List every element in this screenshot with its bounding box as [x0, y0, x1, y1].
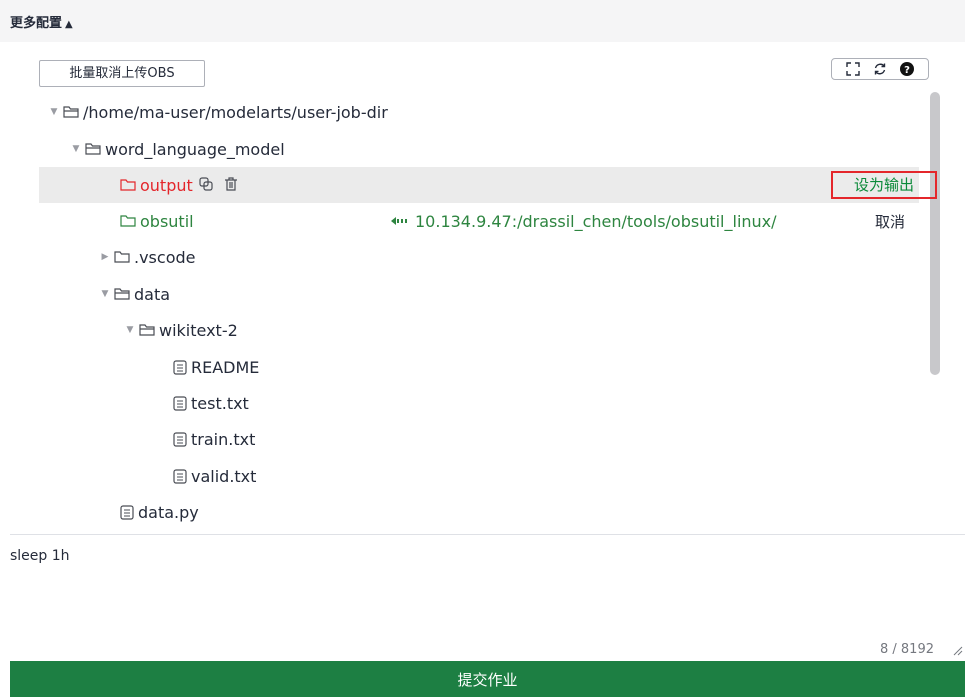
folder-icon	[114, 251, 130, 263]
tree-toolbar: ?	[831, 58, 929, 80]
tree-node-label: wikitext-2	[159, 320, 238, 340]
tree-row[interactable]: README	[39, 349, 919, 385]
command-textarea[interactable]: sleep 1h	[10, 548, 70, 564]
tree-node-label: word_language_model	[105, 139, 285, 159]
tree-node-label: /home/ma-user/modelarts/user-job-dir	[83, 102, 388, 122]
set-as-output-button[interactable]: 设为输出	[831, 171, 937, 199]
caret-down-icon[interactable]: ▼	[69, 144, 83, 154]
tree-row-obsutil[interactable]: obsutil 10.134.9.47:/drassil_chen/tools/…	[39, 203, 919, 239]
folder-icon	[120, 179, 136, 191]
submit-job-button[interactable]: 提交作业	[10, 661, 965, 697]
more-config-label: 更多配置	[10, 16, 63, 31]
caret-down-icon[interactable]: ▼	[123, 325, 137, 335]
file-icon	[173, 431, 187, 447]
tree-node-label: output	[140, 175, 193, 195]
tree-row[interactable]: data.py	[39, 494, 919, 530]
tree-node-label: train.txt	[191, 429, 256, 449]
fullscreen-icon[interactable]	[845, 61, 861, 77]
folder-open-icon	[85, 143, 101, 155]
caret-down-icon[interactable]: ▼	[98, 289, 112, 299]
folder-open-icon	[114, 288, 130, 300]
file-icon	[120, 504, 134, 520]
tree-row[interactable]: ▼ wikitext-2	[39, 312, 919, 348]
file-icon	[173, 359, 187, 375]
file-icon	[173, 395, 187, 411]
caret-right-icon[interactable]: ▶	[98, 252, 112, 262]
tree-node-label: obsutil	[140, 211, 194, 231]
tree-node-label: valid.txt	[191, 466, 257, 486]
tree-row[interactable]: ▼ data	[39, 276, 919, 312]
tree-node-label: test.txt	[191, 393, 249, 413]
batch-cancel-upload-button[interactable]: 批量取消上传OBS	[39, 60, 205, 87]
obs-link-path: 10.134.9.47:/drassil_chen/tools/obsutil_…	[391, 212, 777, 231]
help-icon[interactable]: ?	[899, 61, 915, 77]
copy-icon[interactable]	[199, 176, 213, 191]
caret-down-icon[interactable]: ▼	[47, 107, 61, 117]
tree-node-label: data	[134, 284, 171, 304]
tree-row[interactable]: ▶ .vscode	[39, 239, 919, 275]
more-config-title[interactable]: 更多配置 ▲	[10, 12, 73, 31]
caret-up-icon: ▲	[65, 19, 73, 30]
folder-icon	[120, 215, 136, 227]
tree-node-label: data.py	[138, 502, 199, 522]
tree-row[interactable]: ▼ word_language_model	[39, 131, 919, 167]
tree-row[interactable]: valid.txt	[39, 458, 919, 494]
folder-open-icon	[139, 324, 155, 336]
file-icon	[173, 468, 187, 484]
more-config-header[interactable]: 更多配置 ▲	[0, 0, 965, 42]
svg-text:?: ?	[904, 65, 910, 76]
tree-node-label: .vscode	[134, 247, 196, 267]
tree-row[interactable]: ▼ /home/ma-user/modelarts/user-job-dir	[39, 94, 919, 130]
tree-node-label: README	[191, 357, 260, 377]
tree-row[interactable]: train.txt	[39, 421, 919, 457]
cancel-link-button[interactable]: 取消	[875, 211, 905, 232]
refresh-icon[interactable]	[872, 61, 888, 77]
tree-scrollbar[interactable]	[930, 92, 940, 375]
link-arrow-icon	[391, 217, 407, 225]
tree-row-output[interactable]: output 设为输出	[39, 167, 937, 203]
resize-handle-icon[interactable]	[953, 646, 963, 656]
obs-tree-panel: 批量取消上传OBS ? ▼ /home/ma-user/modelarts/us…	[10, 42, 965, 534]
tree-row[interactable]: test.txt	[39, 385, 919, 421]
obs-link-text: 10.134.9.47:/drassil_chen/tools/obsutil_…	[415, 211, 777, 231]
divider	[10, 534, 965, 535]
char-counter: 8 / 8192	[880, 642, 934, 657]
delete-icon[interactable]	[224, 176, 238, 191]
folder-open-icon	[63, 106, 79, 118]
